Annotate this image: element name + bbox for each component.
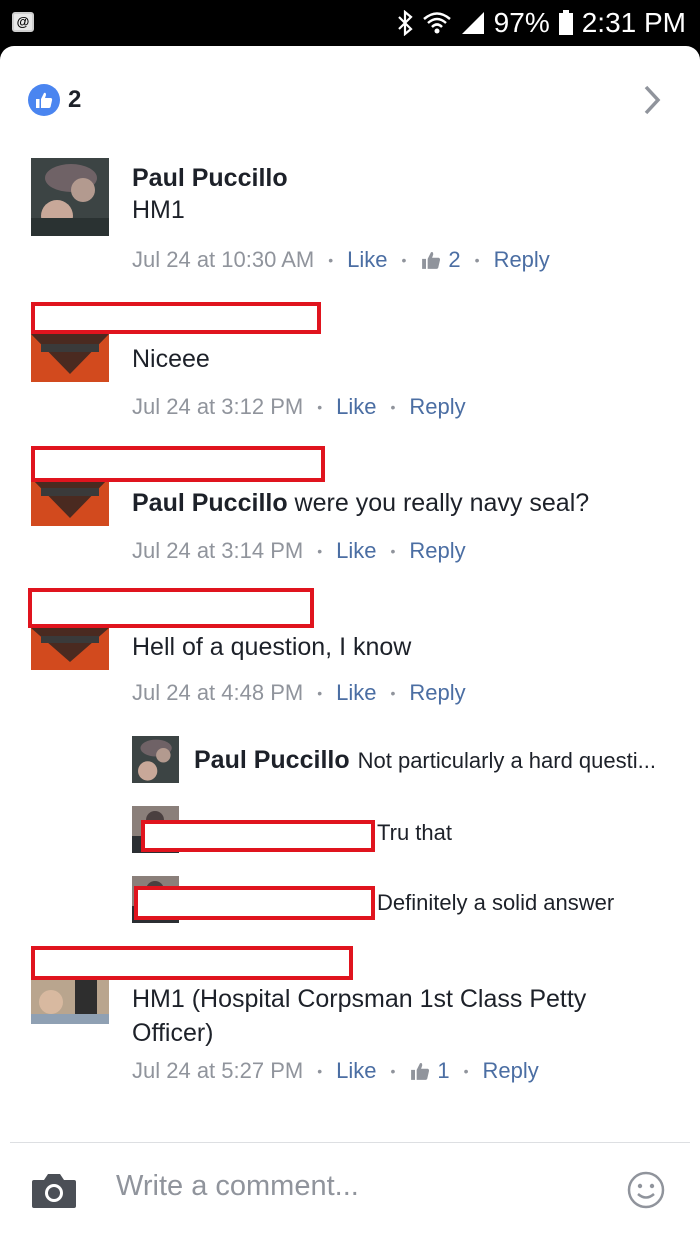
- reply-link[interactable]: Reply: [494, 247, 550, 273]
- mention-link[interactable]: Paul Puccillo: [132, 489, 288, 517]
- comment-author[interactable]: Paul Puccillo: [132, 164, 680, 193]
- redaction-box: [134, 886, 375, 920]
- thumbs-up-icon: [422, 251, 441, 269]
- divider: [10, 1142, 690, 1143]
- battery-percent: 97%: [493, 7, 550, 38]
- reaction-count[interactable]: 1: [409, 1058, 450, 1084]
- reply-text: Definitely a solid answer: [377, 890, 615, 915]
- comment-meta: Jul 24 at 10:30 AM • Like • 2 • Reply: [132, 247, 550, 273]
- comment-text: Paul Puccillo were you really navy seal?: [132, 486, 680, 520]
- like-link[interactable]: Like: [347, 247, 387, 273]
- reply-author[interactable]: Paul Puccillo: [194, 746, 350, 774]
- comment-meta: Jul 24 at 3:12 PM • Like • Reply: [132, 394, 466, 420]
- redaction-box: [28, 588, 314, 628]
- redaction-box: [141, 820, 375, 852]
- avatar[interactable]: [132, 736, 179, 783]
- comment-time[interactable]: Jul 24 at 3:14 PM: [132, 538, 303, 564]
- avatar[interactable]: [31, 158, 109, 236]
- bluetooth-icon: [396, 10, 414, 36]
- reply-text: Not particularly a hard questi...: [357, 748, 656, 773]
- wifi-icon: [422, 11, 452, 35]
- reaction-count-value: 1: [437, 1058, 450, 1083]
- status-bar-right: 97% 2:31 PM: [396, 6, 686, 40]
- like-link[interactable]: Like: [336, 394, 376, 420]
- chevron-right-icon[interactable]: [636, 82, 668, 118]
- comment-body: Paul Puccillo HM1 Jul 24 at 10:30 AM • L…: [132, 164, 680, 273]
- avatar[interactable]: [31, 980, 109, 1024]
- battery-icon: [558, 10, 574, 36]
- avatar[interactable]: [31, 628, 109, 670]
- like-link[interactable]: Like: [336, 1058, 376, 1084]
- reply-text: Tru that: [377, 820, 452, 845]
- reply-link[interactable]: Reply: [409, 394, 465, 420]
- reply-body[interactable]: Definitely a solid answer: [377, 890, 614, 916]
- thumbs-up-icon: [411, 1062, 430, 1080]
- reaction-count[interactable]: 2: [420, 247, 461, 273]
- comment-time[interactable]: Jul 24 at 3:12 PM: [132, 394, 303, 420]
- comment-time[interactable]: Jul 24 at 10:30 AM: [132, 247, 314, 273]
- comment-meta: Jul 24 at 4:48 PM • Like • Reply: [132, 680, 466, 706]
- signal-icon: [460, 11, 486, 35]
- avatar[interactable]: [31, 478, 109, 526]
- like-link[interactable]: Like: [336, 680, 376, 706]
- redaction-box: [31, 302, 321, 334]
- comment-text-rest: were you really navy seal?: [287, 489, 590, 517]
- comment-time[interactable]: Jul 24 at 5:27 PM: [132, 1058, 303, 1084]
- avatar[interactable]: [31, 334, 109, 382]
- comment-meta: Jul 24 at 3:14 PM • Like • Reply: [132, 538, 466, 564]
- reaction-count-value: 2: [448, 247, 461, 272]
- comment-text: HM1 (Hospital Corpsman 1st Class Petty O…: [132, 985, 587, 1047]
- notification-icon: @: [12, 12, 34, 32]
- reply-body[interactable]: Paul Puccillo Not particularly a hard que…: [194, 746, 656, 775]
- reply-link[interactable]: Reply: [409, 538, 465, 564]
- comments-sheet: 2 Paul Puccillo HM1 Jul 24 at 10:30 AM •…: [0, 46, 700, 1244]
- likes-summary[interactable]: 2: [28, 84, 81, 116]
- comment-text: Niceee: [132, 345, 210, 373]
- like-bubble-icon: [28, 84, 60, 116]
- clock: 2:31 PM: [581, 7, 686, 38]
- like-count: 2: [68, 86, 82, 113]
- comment-meta: Jul 24 at 5:27 PM • Like • 1 • Reply: [132, 1058, 539, 1084]
- redaction-box: [31, 946, 353, 980]
- comment-time[interactable]: Jul 24 at 4:48 PM: [132, 680, 303, 706]
- reply-body[interactable]: Tru that: [377, 820, 452, 846]
- like-link[interactable]: Like: [336, 538, 376, 564]
- camera-icon[interactable]: [30, 1170, 78, 1210]
- reply-link[interactable]: Reply: [483, 1058, 539, 1084]
- smiley-icon[interactable]: [626, 1170, 666, 1210]
- comment-text: HM1: [132, 196, 185, 224]
- comment-body: Hell of a question, I know Jul 24 at 4:4…: [132, 630, 680, 706]
- status-bar: @ 97% 2:31 PM: [0, 0, 700, 46]
- comment-body: HM1 (Hospital Corpsman 1st Class Petty O…: [132, 982, 640, 1084]
- reply-link[interactable]: Reply: [409, 680, 465, 706]
- comment-body: Niceee Jul 24 at 3:12 PM • Like • Reply: [132, 342, 680, 420]
- comment-text: Hell of a question, I know: [132, 633, 412, 661]
- redaction-box: [31, 446, 325, 482]
- comment-body: Paul Puccillo were you really navy seal?…: [132, 486, 680, 564]
- comment-input[interactable]: Write a comment...: [116, 1170, 359, 1203]
